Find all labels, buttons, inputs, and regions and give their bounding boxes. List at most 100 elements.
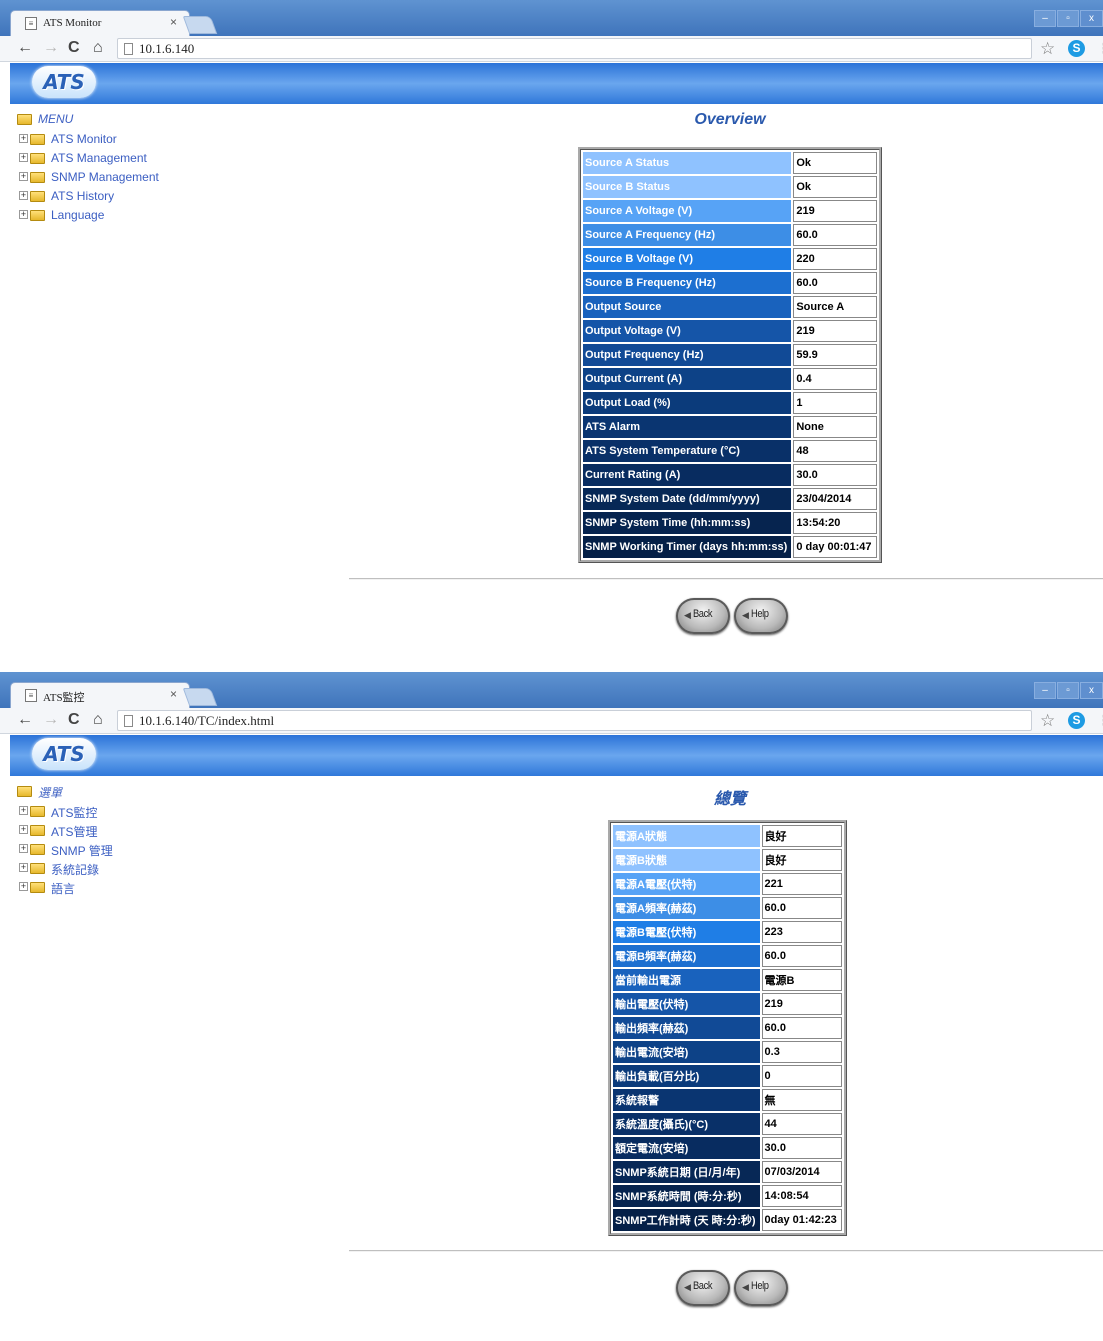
ats-banner: ATS: [10, 735, 1103, 776]
menu-item-label[interactable]: SNMP Management: [51, 170, 159, 184]
row-label: 電源A電壓(伏特): [613, 873, 760, 895]
bookmark-star-icon[interactable]: ☆: [1040, 39, 1055, 59]
row-value: 0 day 00:01:47: [793, 536, 877, 558]
expand-plus-icon[interactable]: +: [19, 210, 28, 219]
menu-item-ats-management[interactable]: + ATS管理: [17, 823, 217, 839]
close-window-button[interactable]: x: [1080, 682, 1103, 699]
table-row: 輸出電流(安培) 0.3: [613, 1041, 842, 1063]
minimize-window-button[interactable]: –: [1034, 682, 1056, 699]
expand-plus-icon[interactable]: +: [19, 863, 28, 872]
menu-item-language[interactable]: + Language: [17, 208, 217, 224]
folder-icon: [30, 210, 45, 221]
menu-item-snmp-management[interactable]: + SNMP Management: [17, 170, 217, 186]
help-arrow-icon: ◀: [742, 610, 749, 620]
browser-window-tc: ≡ ATS監控 × – ▫ x ← → C ⌂ 10.1.6.140/TC/in…: [0, 672, 1103, 1341]
table-row: ATS Alarm None: [583, 416, 877, 438]
table-row: Source A Status Ok: [583, 152, 877, 174]
menu-item-ats-history[interactable]: + ATS History: [17, 189, 217, 205]
row-label: SNMP System Date (dd/mm/yyyy): [583, 488, 792, 510]
table-row: 輸出負載(百分比) 0: [613, 1065, 842, 1087]
menu-item-label[interactable]: ATS監控: [51, 804, 97, 821]
bookmark-star-icon[interactable]: ☆: [1040, 711, 1055, 731]
row-label: 額定電流(安培): [613, 1137, 760, 1159]
table-row: 系統報警無: [613, 1089, 842, 1111]
home-icon[interactable]: ⌂: [93, 39, 103, 57]
page-title: Overview: [694, 111, 766, 128]
menu-item-language[interactable]: + 語言: [17, 880, 217, 896]
browser-tab[interactable]: ≡ ATS Monitor ×: [10, 10, 190, 36]
menu-header[interactable]: 選單: [17, 784, 217, 800]
close-window-button[interactable]: x: [1080, 10, 1103, 27]
restore-window-button[interactable]: ▫: [1057, 682, 1079, 699]
home-icon[interactable]: ⌂: [93, 711, 103, 729]
reload-icon[interactable]: C: [68, 711, 80, 729]
row-value: 60.0: [761, 1017, 842, 1039]
expand-plus-icon[interactable]: +: [19, 191, 28, 200]
browser-toolbar: ← → C ⌂ 10.1.6.140 ☆ S ⋮: [0, 36, 1103, 62]
back-button[interactable]: ◀ Back: [676, 598, 730, 634]
row-label: SNMP系統日期 (日/月/年): [613, 1161, 760, 1183]
address-bar[interactable]: 10.1.6.140: [117, 38, 1032, 59]
skype-extension-icon[interactable]: S: [1068, 712, 1085, 729]
menu-item-label[interactable]: ATS History: [51, 189, 114, 203]
restore-window-button[interactable]: ▫: [1057, 10, 1079, 27]
row-label: Source A Frequency (Hz): [583, 224, 792, 246]
new-tab-button[interactable]: [182, 688, 218, 706]
back-button-label: Back: [693, 608, 713, 620]
menu-item-label[interactable]: ATS Monitor: [51, 132, 117, 146]
expand-plus-icon[interactable]: +: [19, 172, 28, 181]
new-tab-button[interactable]: [182, 16, 218, 34]
help-button[interactable]: ◀ Help: [734, 1270, 788, 1306]
row-value: 13:54:20: [793, 512, 877, 534]
row-value: 220: [793, 248, 877, 270]
table-row: Source B Voltage (V) 220: [583, 248, 877, 270]
browser-menu-icon[interactable]: ⋮: [1097, 712, 1103, 729]
menu-item-label[interactable]: Language: [51, 208, 104, 222]
menu-item-label[interactable]: SNMP 管理: [51, 842, 113, 859]
browser-window-en: ≡ ATS Monitor × – ▫ x ← → C ⌂ 10.1.6.140…: [0, 0, 1103, 672]
menu-item-ats-management[interactable]: + ATS Management: [17, 151, 217, 167]
skype-extension-icon[interactable]: S: [1068, 40, 1085, 57]
menu-item-label[interactable]: ATS管理: [51, 823, 97, 840]
expand-plus-icon[interactable]: +: [19, 825, 28, 834]
url-text[interactable]: 10.1.6.140/TC/index.html: [139, 713, 274, 729]
reload-icon[interactable]: C: [68, 39, 80, 57]
menu-header[interactable]: MENU: [17, 112, 217, 128]
help-button[interactable]: ◀ Help: [734, 598, 788, 634]
menu-item-label[interactable]: 系統記錄: [51, 861, 99, 878]
row-label: 輸出負載(百分比): [613, 1065, 760, 1087]
minimize-window-button[interactable]: –: [1034, 10, 1056, 27]
folder-icon: [30, 172, 45, 183]
row-value: 0.4: [793, 368, 877, 390]
menu-item-system-log[interactable]: + 系統記錄: [17, 861, 217, 877]
menu-item-label[interactable]: ATS Management: [51, 151, 147, 165]
address-bar[interactable]: 10.1.6.140/TC/index.html: [117, 710, 1032, 731]
url-text[interactable]: 10.1.6.140: [139, 41, 194, 57]
browser-tab[interactable]: ≡ ATS監控 ×: [10, 682, 190, 708]
overview-table: 電源A狀態 良好 電源B狀態 良好 電源A電壓(伏特) 221 電源A頻率(赫茲) 60.0 電…: [608, 820, 847, 1236]
menu-item-label[interactable]: 語言: [51, 880, 75, 897]
row-value: 223: [761, 921, 842, 943]
back-arrow-icon[interactable]: ←: [17, 711, 33, 729]
expand-plus-icon[interactable]: +: [19, 844, 28, 853]
page-icon: [124, 715, 133, 727]
divider: [349, 1250, 1103, 1252]
browser-menu-icon[interactable]: ⋮: [1097, 40, 1103, 57]
back-button[interactable]: ◀ Back: [676, 1270, 730, 1306]
forward-arrow-icon[interactable]: →: [43, 39, 59, 57]
menu-item-snmp-management[interactable]: + SNMP 管理: [17, 842, 217, 858]
folder-icon: [30, 844, 45, 855]
menu-item-ats-monitor[interactable]: + ATS監控: [17, 804, 217, 820]
close-tab-icon[interactable]: ×: [170, 687, 177, 701]
expand-plus-icon[interactable]: +: [19, 806, 28, 815]
back-arrow-icon[interactable]: ←: [17, 39, 33, 57]
expand-plus-icon[interactable]: +: [19, 134, 28, 143]
row-value: 60.0: [793, 272, 877, 294]
table-row: 當前輸出電源 電源B: [613, 969, 842, 991]
forward-arrow-icon[interactable]: →: [43, 711, 59, 729]
menu-item-ats-monitor[interactable]: + ATS Monitor: [17, 132, 217, 148]
expand-plus-icon[interactable]: +: [19, 153, 28, 162]
expand-plus-icon[interactable]: +: [19, 882, 28, 891]
close-tab-icon[interactable]: ×: [170, 15, 177, 29]
row-value: 1: [793, 392, 877, 414]
